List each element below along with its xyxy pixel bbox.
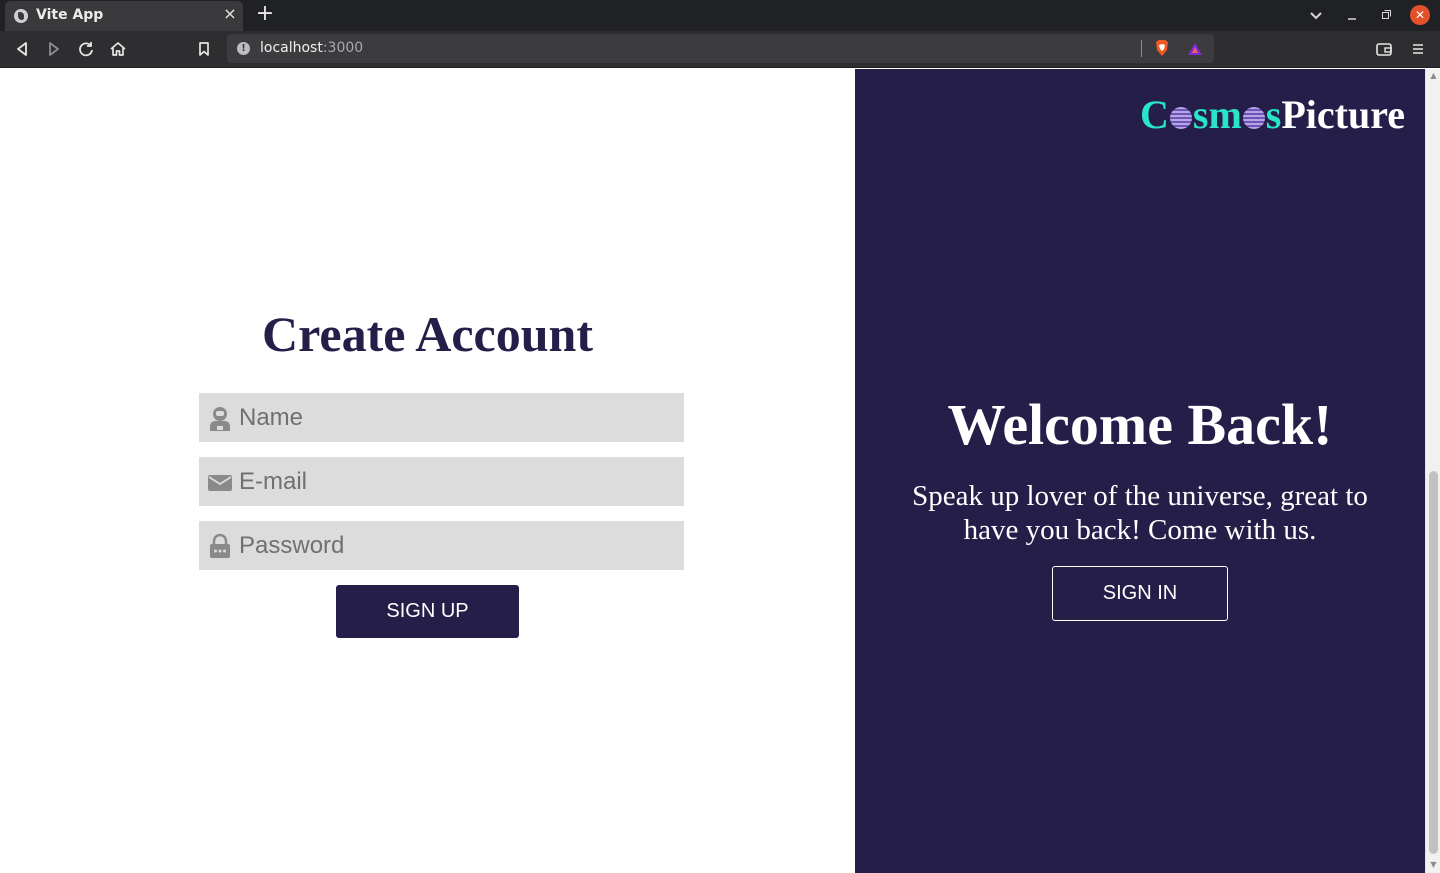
browser-tab-strip: Vite App × + ✕ xyxy=(0,0,1440,31)
minimize-icon[interactable] xyxy=(1342,5,1362,25)
name-input[interactable] xyxy=(199,393,684,442)
sign-up-button[interactable]: SIGN UP xyxy=(336,585,519,638)
browser-tab[interactable]: Vite App × xyxy=(5,1,243,31)
email-input[interactable] xyxy=(199,457,684,506)
wallet-icon[interactable] xyxy=(1373,38,1395,60)
planet-icon xyxy=(1169,107,1192,129)
browser-toolbar: ! localhost:3000 xyxy=(0,31,1440,68)
scroll-down-arrow-icon[interactable]: ▼ xyxy=(1429,861,1438,869)
name-field[interactable] xyxy=(199,393,684,442)
planet-icon xyxy=(1242,107,1265,129)
brave-shields-icon[interactable] xyxy=(1154,39,1170,57)
menu-icon[interactable] xyxy=(1407,38,1429,60)
welcome-back-heading: Welcome Back! xyxy=(947,392,1333,457)
brave-rewards-icon[interactable] xyxy=(1187,41,1203,55)
cosmos-picture-logo[interactable]: Csm sPicture xyxy=(1140,91,1405,138)
scroll-up-arrow-icon[interactable]: ▲ xyxy=(1429,72,1438,80)
signup-panel: Create Account Name E-mail SIGN UP xyxy=(0,69,855,873)
tab-close-icon[interactable]: × xyxy=(222,6,238,22)
page-scrollbar[interactable]: ▲ ▼ xyxy=(1425,69,1440,873)
window-close-icon[interactable]: ✕ xyxy=(1410,5,1430,25)
new-tab-button[interactable]: + xyxy=(254,3,276,25)
globe-icon xyxy=(14,9,28,23)
sign-in-button[interactable]: SIGN IN xyxy=(1052,566,1228,621)
home-icon[interactable] xyxy=(107,38,129,60)
site-info-icon[interactable]: ! xyxy=(237,42,250,55)
address-bar[interactable]: ! localhost:3000 xyxy=(227,34,1214,63)
url-text: localhost:3000 xyxy=(260,40,364,56)
bookmark-icon[interactable] xyxy=(193,38,215,60)
scrollbar-thumb[interactable] xyxy=(1429,471,1438,854)
page-viewport: Create Account Name E-mail SIGN UP C sm … xyxy=(0,69,1440,873)
tab-list-chevron-icon[interactable] xyxy=(1306,5,1326,25)
tab-title: Vite App xyxy=(36,7,104,23)
forward-icon[interactable] xyxy=(43,38,65,60)
email-field[interactable] xyxy=(199,457,684,506)
reload-icon[interactable] xyxy=(75,38,97,60)
create-account-heading: Create Account xyxy=(262,306,593,362)
welcome-message: Speak up lover of the universe, great to… xyxy=(912,480,1368,546)
password-field[interactable] xyxy=(199,521,684,570)
back-icon[interactable] xyxy=(11,38,33,60)
restore-icon[interactable] xyxy=(1376,5,1396,25)
url-divider xyxy=(1141,40,1142,57)
password-input[interactable] xyxy=(199,521,684,570)
welcome-panel: Csm sPicture Welcome Back! Speak up lover… xyxy=(855,69,1425,873)
